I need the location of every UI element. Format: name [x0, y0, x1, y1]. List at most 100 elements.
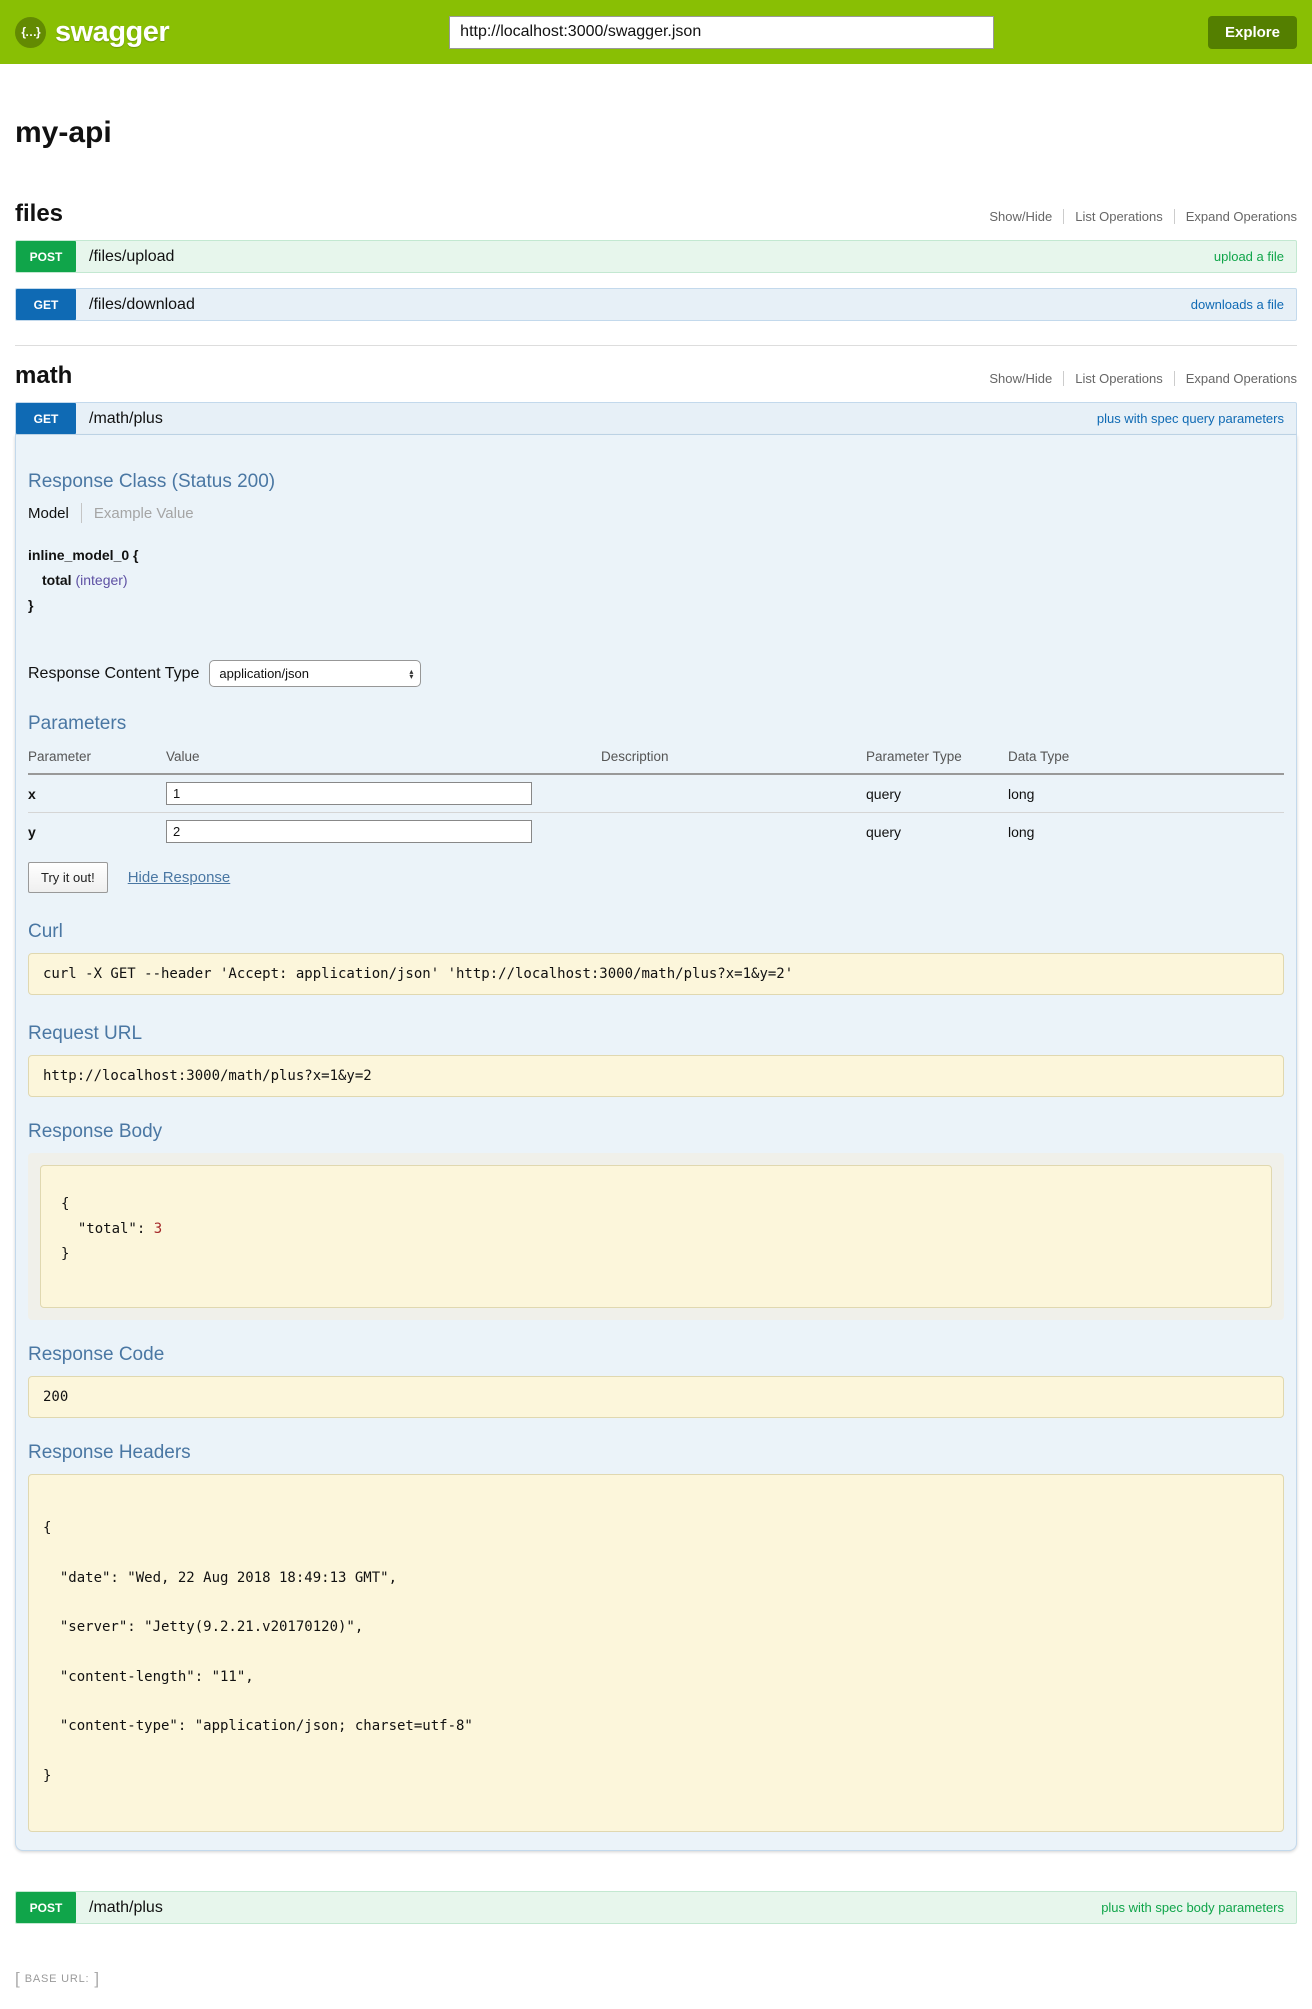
- col-header-description: Description: [601, 745, 866, 774]
- http-method-badge-get: GET: [16, 403, 76, 434]
- response-headers-block: { "date": "Wed, 22 Aug 2018 18:49:13 GMT…: [28, 1474, 1284, 1832]
- model-open-line: inline_model_0 {: [28, 543, 1284, 568]
- math-list-operations-link[interactable]: List Operations: [1063, 371, 1173, 386]
- resource-title-files[interactable]: files: [15, 200, 63, 228]
- footer-open-bracket: [: [15, 1969, 20, 1989]
- resource-files: files Show/Hide List Operations Expand O…: [15, 200, 1297, 321]
- base-url-label: BASE URL:: [25, 1973, 90, 1985]
- resource-title-math[interactable]: math: [15, 362, 72, 390]
- main-content: my-api files Show/Hide List Operations E…: [0, 116, 1312, 2009]
- api-title: my-api: [15, 116, 1297, 150]
- response-code-heading: Response Code: [28, 1344, 1284, 1366]
- http-method-badge-get: GET: [16, 289, 76, 320]
- logo-glyph: {…}: [21, 25, 39, 39]
- col-header-data-type: Data Type: [1008, 745, 1284, 774]
- explore-button[interactable]: Explore: [1208, 16, 1297, 49]
- files-expand-operations-link[interactable]: Expand Operations: [1174, 209, 1297, 224]
- param-data-type-y: long: [1008, 813, 1284, 851]
- resource-math: math Show/Hide List Operations Expand Op…: [15, 362, 1297, 1924]
- footer-close-bracket: ]: [94, 1969, 99, 1989]
- response-content-type-select[interactable]: application/json ▴▾: [209, 660, 421, 687]
- request-url-heading: Request URL: [28, 1023, 1284, 1045]
- endpoint-post-files-upload[interactable]: POST /files/upload upload a file: [15, 240, 1297, 273]
- col-header-parameter: Parameter: [28, 745, 166, 774]
- parameters-table: Parameter Value Description Parameter Ty…: [28, 745, 1284, 850]
- col-header-parameter-type: Parameter Type: [866, 745, 1008, 774]
- parameter-row-x: x query long: [28, 774, 1284, 813]
- col-header-value: Value: [166, 745, 601, 774]
- files-show-hide-link[interactable]: Show/Hide: [978, 209, 1063, 224]
- model-property-name: total: [42, 572, 72, 588]
- response-class-heading: Response Class (Status 200): [28, 471, 1284, 493]
- response-header-line: "date": "Wed, 22 Aug 2018 18:49:13 GMT",: [43, 1570, 1269, 1587]
- json-close-brace: }: [61, 1242, 1251, 1267]
- base-url-footer: [ BASE URL: ]: [15, 1969, 1297, 2009]
- param-name-x: x: [28, 774, 166, 813]
- resource-files-header: files Show/Hide List Operations Expand O…: [15, 200, 1297, 228]
- brand-title: swagger: [55, 16, 169, 49]
- parameter-row-y: y query long: [28, 813, 1284, 851]
- swagger-brand-link[interactable]: {…} swagger: [15, 16, 169, 49]
- try-it-out-button[interactable]: Try it out!: [28, 862, 108, 893]
- response-header-line: "server": "Jetty(9.2.21.v20170120)",: [43, 1619, 1269, 1636]
- response-header-line: "content-type": "application/json; chars…: [43, 1718, 1269, 1735]
- response-content-type-row: Response Content Type application/json ▴…: [28, 660, 1284, 687]
- math-expand-operations-link[interactable]: Expand Operations: [1174, 371, 1297, 386]
- param-type-x: query: [866, 774, 1008, 813]
- param-description-x: [601, 774, 866, 813]
- curl-heading: Curl: [28, 921, 1284, 943]
- response-header-line: "content-length": "11",: [43, 1669, 1269, 1686]
- top-bar: {…} swagger Explore: [0, 0, 1312, 64]
- endpoint-summary-math-plus-post[interactable]: plus with spec body parameters: [1101, 1900, 1296, 1915]
- model-close-line: }: [28, 593, 1284, 618]
- http-method-badge-post: POST: [16, 241, 76, 272]
- response-body-heading: Response Body: [28, 1121, 1284, 1143]
- curl-command-block: curl -X GET --header 'Accept: applicatio…: [28, 953, 1284, 995]
- model-property: total (integer): [28, 568, 1284, 593]
- spec-url-input[interactable]: [449, 16, 994, 49]
- resource-controls-math: Show/Hide List Operations Expand Operati…: [978, 371, 1297, 386]
- tab-model[interactable]: Model: [28, 505, 69, 522]
- resource-controls-files: Show/Hide List Operations Expand Operati…: [978, 209, 1297, 224]
- endpoint-get-files-download[interactable]: GET /files/download downloads a file: [15, 288, 1297, 321]
- response-headers-heading: Response Headers: [28, 1442, 1284, 1464]
- hide-response-link[interactable]: Hide Response: [128, 869, 231, 886]
- http-method-badge-post: POST: [16, 1892, 76, 1923]
- resource-divider: [15, 345, 1297, 346]
- endpoint-post-math-plus[interactable]: POST /math/plus plus with spec body para…: [15, 1891, 1297, 1924]
- param-description-y: [601, 813, 866, 851]
- response-content-type-value: application/json: [219, 666, 309, 681]
- param-name-y: y: [28, 813, 166, 851]
- swagger-logo-icon: {…}: [15, 17, 46, 48]
- endpoint-summary-math-plus-get[interactable]: plus with spec query parameters: [1097, 411, 1296, 426]
- endpoint-summary-download[interactable]: downloads a file: [1191, 297, 1296, 312]
- math-show-hide-link[interactable]: Show/Hide: [978, 371, 1063, 386]
- parameters-heading: Parameters: [28, 713, 1284, 735]
- model-signature: inline_model_0 { total (integer) }: [28, 543, 1284, 618]
- endpoint-get-math-plus[interactable]: GET /math/plus plus with spec query para…: [15, 402, 1297, 435]
- tab-example-value[interactable]: Example Value: [94, 505, 194, 522]
- param-value-input-x[interactable]: [166, 782, 532, 805]
- request-url-block: http://localhost:3000/math/plus?x=1&y=2: [28, 1055, 1284, 1097]
- param-type-y: query: [866, 813, 1008, 851]
- operation-detail-panel: Response Class (Status 200) Model Exampl…: [15, 435, 1297, 1851]
- json-total-line: "total": 3: [61, 1217, 1251, 1242]
- json-value: 3: [154, 1221, 162, 1237]
- resource-math-header: math Show/Hide List Operations Expand Op…: [15, 362, 1297, 390]
- parameters-header-row: Parameter Value Description Parameter Ty…: [28, 745, 1284, 774]
- response-body-wrapper: { "total": 3}: [28, 1153, 1284, 1320]
- files-list-operations-link[interactable]: List Operations: [1063, 209, 1173, 224]
- param-value-input-y[interactable]: [166, 820, 532, 843]
- endpoint-path-files-upload[interactable]: /files/upload: [89, 248, 174, 266]
- endpoint-summary-upload[interactable]: upload a file: [1214, 249, 1296, 264]
- response-body-block: { "total": 3}: [40, 1165, 1272, 1308]
- json-open-brace: {: [61, 1192, 1251, 1217]
- model-property-type: (integer): [75, 572, 127, 588]
- endpoint-path-files-download[interactable]: /files/download: [89, 296, 195, 314]
- endpoint-path-math-plus-post[interactable]: /math/plus: [89, 1899, 163, 1917]
- response-code-block: 200: [28, 1376, 1284, 1418]
- model-tabs: Model Example Value: [28, 503, 1284, 523]
- endpoint-path-math-plus-get[interactable]: /math/plus: [89, 410, 163, 428]
- response-header-line: {: [43, 1520, 1269, 1537]
- try-row: Try it out! Hide Response: [28, 862, 1284, 893]
